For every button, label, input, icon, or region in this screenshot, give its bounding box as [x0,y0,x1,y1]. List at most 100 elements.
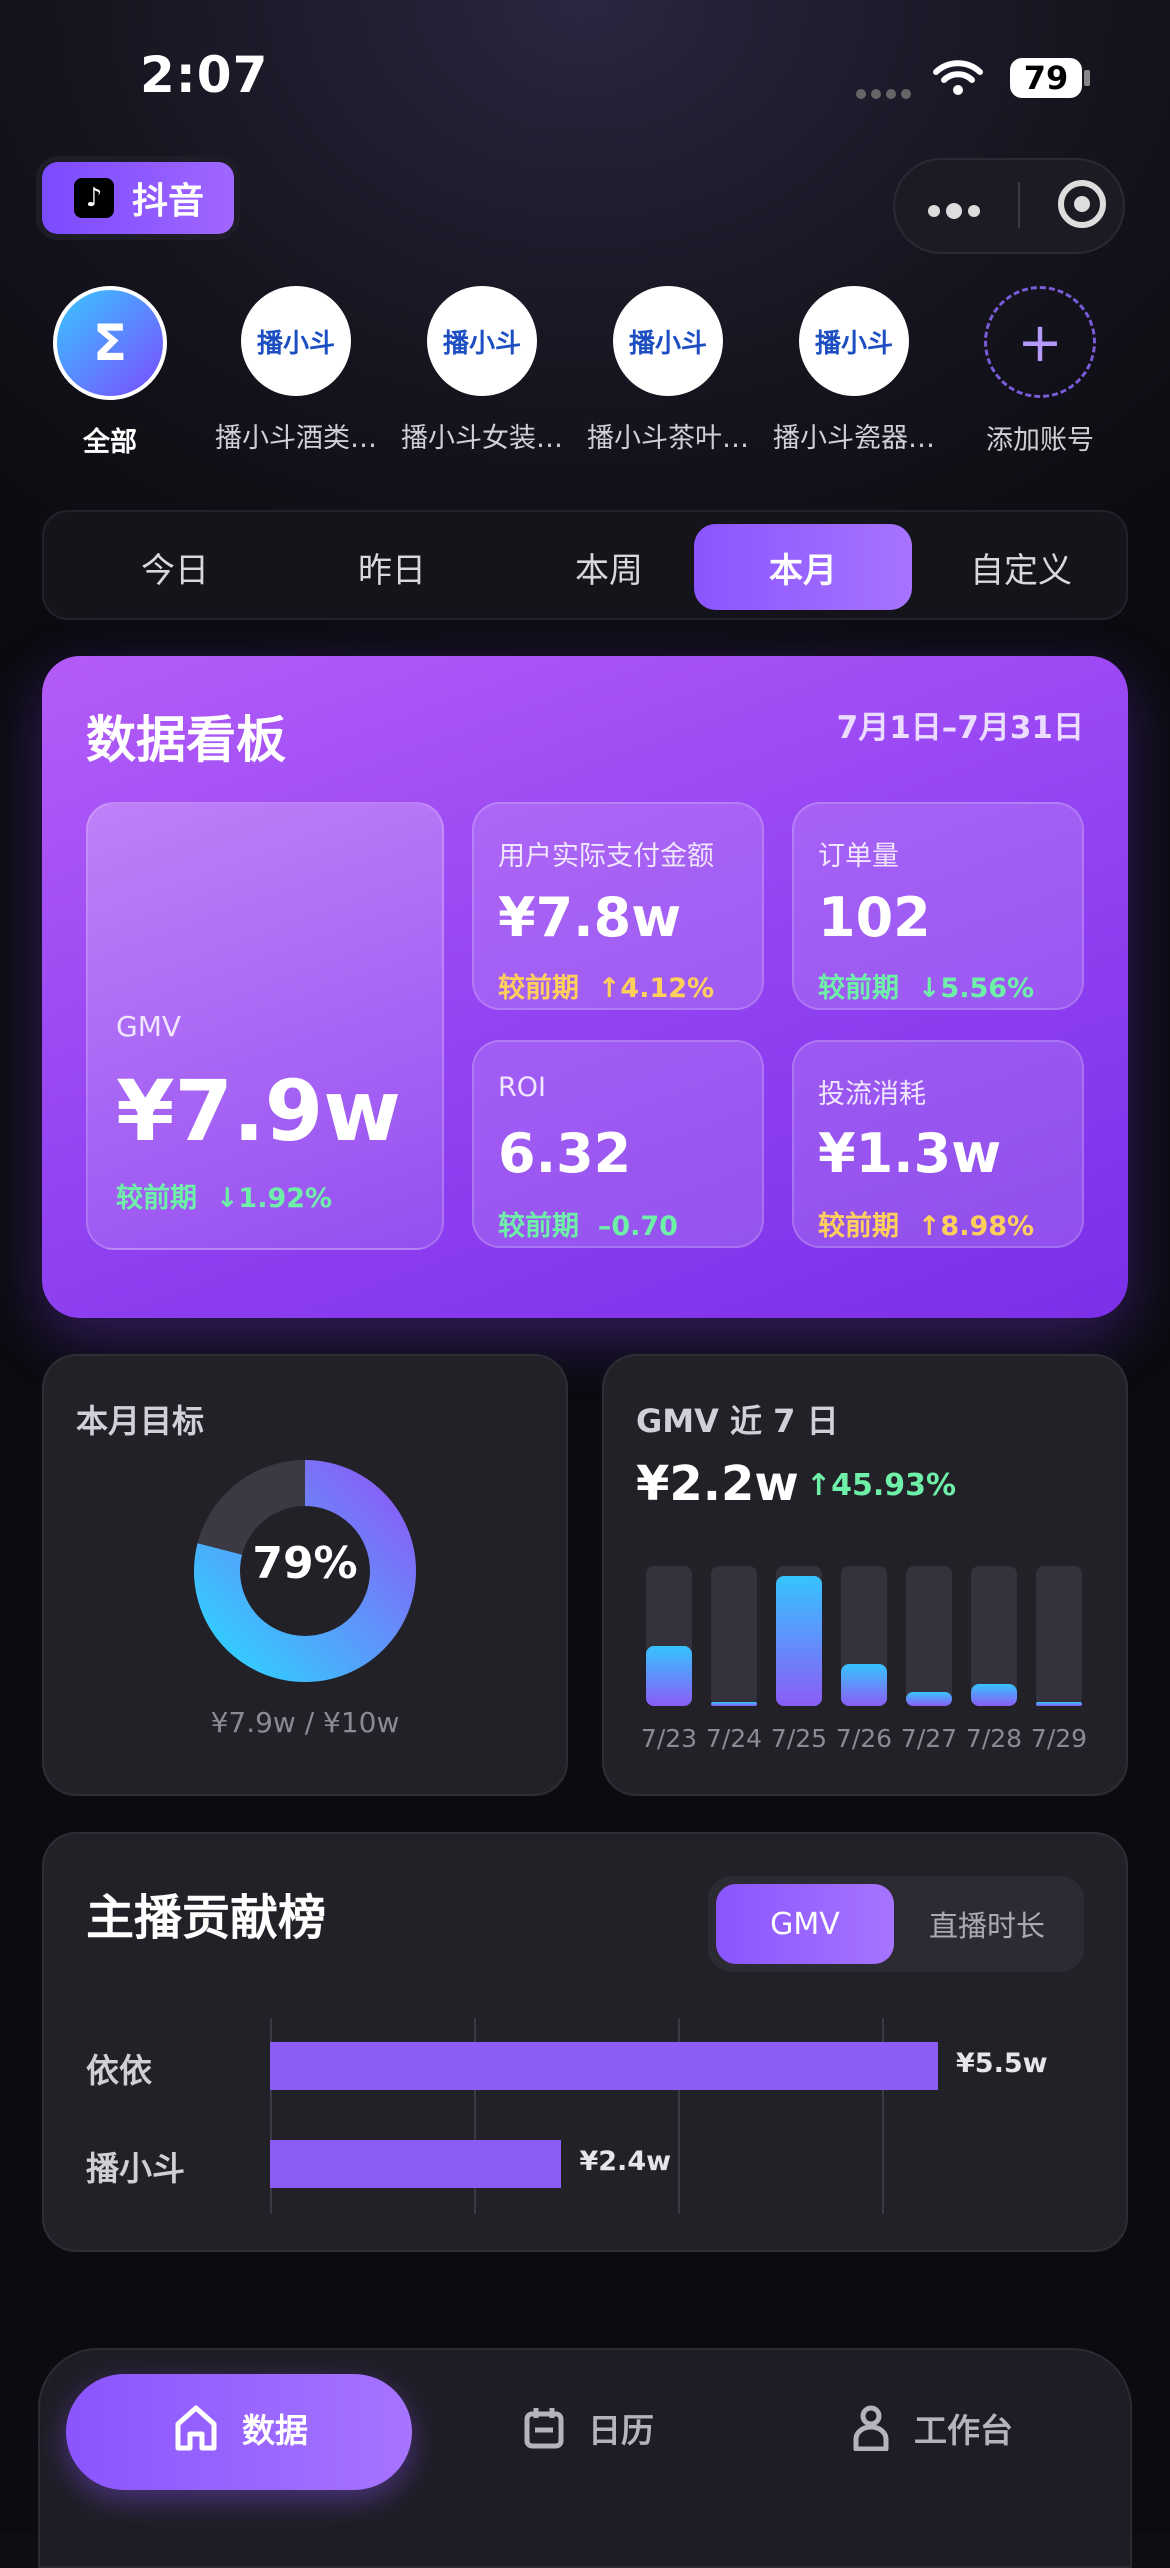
account-label: 全部 [83,427,137,458]
account-item-all[interactable]: Σ 全部 [22,282,198,459]
change-value: ↓1.92% [215,1183,333,1214]
compare-label: 较前期 [818,1211,899,1242]
account-item[interactable]: 播小斗 播小斗茶叶… [580,282,756,455]
nav-label: 日历 [588,2411,654,2450]
metric-compare: 较前期 ↓5.56% [818,966,1034,1005]
change-value: ↓5.56% [917,973,1035,1004]
host-name: 依依 [86,2051,152,2090]
status-time: 2:07 [140,46,269,104]
gmv-7day-total: ¥2.2w [636,1456,799,1512]
goal-detail: ¥7.9w / ¥10w [210,1706,400,1739]
change-value: –0.70 [597,1211,678,1242]
bar-date-label: 7/27 [900,1724,958,1753]
battery-tip [1084,70,1090,86]
compare-label: 较前期 [498,973,579,1004]
bar-track [906,1566,952,1706]
change-value: ↑4.12% [597,973,715,1004]
bar-7-26 [841,1664,887,1706]
ranking-bar-chart: 依依 ¥5.5w 播小斗 ¥2.4w [86,2018,1086,2214]
goal-percent: 79% [252,1538,358,1589]
toggle-live-duration[interactable]: 直播时长 [898,1884,1076,1964]
dashboard-title: 数据看板 [86,711,286,769]
metric-label: 用户实际支付金额 [498,841,714,872]
metric-value: ¥1.3w [818,1122,1002,1185]
bar-date-label: 7/28 [965,1724,1023,1753]
account-label: 添加账号 [986,425,1094,456]
account-item[interactable]: 播小斗 播小斗酒类… [208,282,384,455]
signal-icon [856,84,916,103]
bar-7-23 [646,1645,692,1706]
account-label: 播小斗茶叶… [587,423,749,454]
metric-value: ¥7.9w [116,1062,401,1160]
platform-label: 抖音 [132,181,205,222]
orders-card[interactable]: 订单量 102 较前期 ↓5.56% [792,802,1084,1010]
douyin-icon: ♪ [74,178,114,218]
metric-value: 102 [818,886,931,949]
metric-label: 投流消耗 [818,1079,926,1110]
target-icon[interactable] [1058,180,1106,228]
wifi-icon [933,60,983,95]
bar-track [711,1566,757,1706]
tab-this-month[interactable]: 本月 [694,524,912,610]
nav-item-workbench[interactable]: 工作台 [852,2404,1013,2452]
roi-card[interactable]: ROI 6.32 较前期 –0.70 [472,1040,764,1248]
platform-badge[interactable]: ♪ 抖音 [42,162,234,234]
nav-item-data[interactable]: 数据 [174,2404,308,2452]
toggle-gmv[interactable]: GMV [716,1884,894,1964]
bar-track [646,1566,692,1706]
gmv-7day-bar-chart: 7/23 7/24 7/25 7/26 7/27 7/28 7/29 [641,1566,1087,1766]
ranking-title: 主播贡献榜 [86,1890,327,1946]
bar-7-28 [971,1683,1017,1706]
compare-label: 较前期 [116,1183,197,1214]
change-value: ↑8.98% [917,1211,1035,1242]
host-bar [270,2042,938,2090]
avatar: 播小斗 [799,286,909,396]
bar-date-label: 7/24 [705,1724,763,1753]
host-value-label: ¥2.4w [579,2146,672,2177]
tab-this-week[interactable]: 本周 [500,524,718,610]
metric-value: 6.32 [498,1122,632,1185]
bar-date-label: 7/29 [1030,1724,1088,1753]
metric-compare: 较前期 ↓1.92% [116,1176,332,1215]
tab-today[interactable]: 今日 [66,524,284,610]
add-account-button[interactable]: + 添加账号 [952,282,1128,457]
avatar: 播小斗 [427,286,537,396]
bar-7-29 [1036,1702,1082,1706]
more-dots-icon[interactable] [928,200,986,219]
nav-label: 数据 [242,2411,308,2450]
nav-label: 工作台 [914,2411,1013,2450]
tab-yesterday[interactable]: 昨日 [283,524,501,610]
account-label: 播小斗瓷器… [773,423,935,454]
bar-date-label: 7/23 [640,1724,698,1753]
bar-date-label: 7/26 [835,1724,893,1753]
plus-icon: + [984,286,1096,398]
metric-label: 订单量 [818,841,899,872]
calendar-icon [524,2408,564,2449]
host-bar [270,2140,562,2188]
nav-item-calendar[interactable]: 日历 [524,2404,654,2452]
battery-indicator: 79 [1010,58,1082,98]
compare-label: 较前期 [818,973,899,1004]
metric-value: ¥7.8w [498,886,682,949]
period-tabs: 今日 昨日 本周 本月 自定义 [42,510,1128,620]
tab-custom[interactable]: 自定义 [912,524,1130,610]
gmv-card[interactable]: GMV ¥7.9w 较前期 ↓1.92% [86,802,444,1250]
metric-compare: 较前期 –0.70 [498,1204,678,1243]
host-name: 播小斗 [86,2149,185,2188]
avatar: 播小斗 [241,286,351,396]
account-item[interactable]: 播小斗 播小斗瓷器… [766,282,942,455]
bar-track [776,1566,822,1706]
gmv-7day-change: ↑45.93% [806,1468,957,1503]
avatar: Σ [53,286,167,400]
goal-title: 本月目标 [76,1402,205,1440]
account-label: 播小斗酒类… [215,423,377,454]
paid-amount-card[interactable]: 用户实际支付金额 ¥7.8w 较前期 ↑4.12% [472,802,764,1010]
bar-date-label: 7/25 [770,1724,828,1753]
account-item[interactable]: 播小斗 播小斗女装… [394,282,570,455]
ad-spend-card[interactable]: 投流消耗 ¥1.3w 较前期 ↑8.98% [792,1040,1084,1248]
home-icon [175,2405,217,2451]
metric-compare: 较前期 ↑4.12% [498,966,714,1005]
host-value-label: ¥5.5w [956,2048,1048,2079]
bar-track [971,1566,1017,1706]
dashboard-date-range: 7月1日–7月31日 [836,710,1084,746]
